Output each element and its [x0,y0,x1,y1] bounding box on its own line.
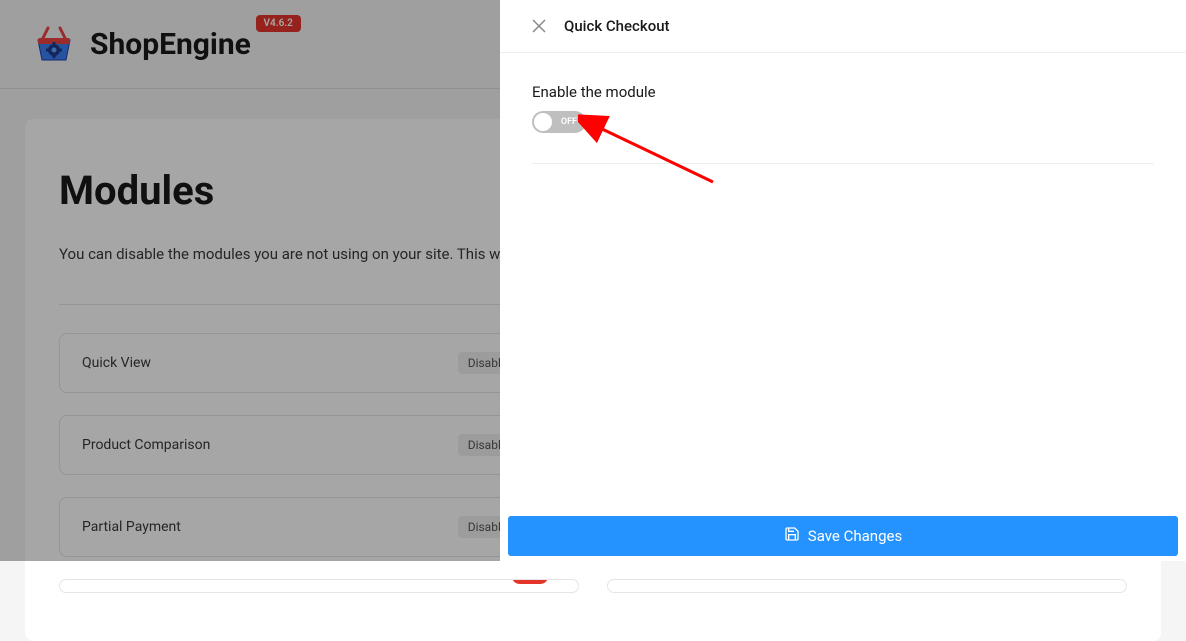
modules-row: PRO [59,579,1127,593]
panel-footer: Save Changes [500,511,1186,561]
save-changes-button[interactable]: Save Changes [508,516,1178,556]
panel-title: Quick Checkout [564,17,670,35]
brand-logo: ShopEngine V4.6.2 [30,20,251,68]
brand-name: ShopEngine [90,27,251,62]
enable-module-label: Enable the module [532,83,1154,101]
version-badge: V4.6.2 [256,15,301,32]
pro-badge: PRO [512,579,548,584]
toggle-knob [534,113,552,131]
toggle-state-text: OFF [561,117,577,127]
module-name: Partial Payment [82,519,181,535]
save-button-label: Save Changes [808,527,902,545]
module-card-partial[interactable]: PRO [59,579,579,593]
panel-header: Quick Checkout [500,0,1186,53]
shopengine-icon [30,20,78,68]
module-name: Quick View [82,355,151,371]
panel-body: Enable the module OFF [500,53,1186,511]
module-card-partial[interactable] [607,579,1127,593]
close-icon[interactable] [532,19,546,33]
module-name: Product Comparison [82,437,210,453]
settings-panel: Quick Checkout Enable the module OFF Sav… [500,0,1186,561]
enable-toggle[interactable]: OFF [532,111,586,133]
panel-divider [532,163,1154,164]
save-icon [784,526,800,546]
